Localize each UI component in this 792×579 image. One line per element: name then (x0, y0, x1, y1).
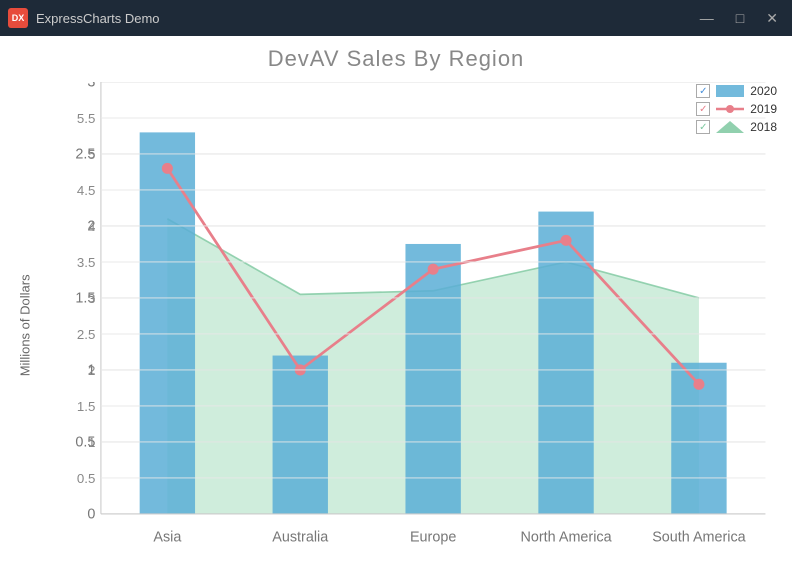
legend-color-2018 (716, 120, 744, 134)
svg-text:0.5: 0.5 (77, 471, 95, 486)
svg-text:5.5: 5.5 (77, 111, 95, 126)
legend-checkbox-2018[interactable]: ✓ (696, 120, 710, 134)
svg-text:2.5: 2.5 (77, 327, 95, 342)
svg-text:3: 3 (87, 82, 95, 90)
chart-inner: ✓ 2020 ✓ 2019 (40, 82, 782, 569)
x-axis-labels: Asia Australia Europe North America Sout… (153, 530, 745, 546)
x-label-north-america: North America (521, 530, 612, 546)
svg-text:3.5: 3.5 (77, 255, 95, 270)
svg-text:0: 0 (87, 506, 95, 522)
svg-text:1.5: 1.5 (77, 399, 95, 414)
maximize-button[interactable]: □ (730, 8, 750, 29)
legend-item-2018: ✓ 2018 (696, 120, 777, 134)
app-window: DX ExpressCharts Demo — □ ✕ DevAV Sales … (0, 0, 792, 536)
x-label-europe: Europe (410, 530, 456, 546)
legend-checkbox-2019[interactable]: ✓ (696, 102, 710, 116)
svg-text:3: 3 (88, 291, 95, 306)
minimize-button[interactable]: — (694, 8, 720, 29)
x-label-asia: Asia (153, 530, 181, 546)
legend-color-2020 (716, 84, 744, 98)
legend-label-2018: 2018 (750, 120, 777, 134)
chart-legend: ✓ 2020 ✓ 2019 (696, 84, 777, 134)
svg-text:1: 1 (88, 435, 95, 450)
legend-label-2020: 2020 (750, 84, 777, 98)
legend-color-2019 (716, 102, 744, 116)
window-title: ExpressCharts Demo (36, 11, 694, 26)
titlebar: DX ExpressCharts Demo — □ ✕ (0, 0, 792, 36)
chart-area: Millions of Dollars ✓ 2020 ✓ (10, 82, 782, 569)
chart-title: DevAV Sales By Region (10, 46, 782, 72)
svg-text:2: 2 (88, 363, 95, 378)
app-icon: DX (8, 8, 28, 28)
legend-checkbox-2020[interactable]: ✓ (696, 84, 710, 98)
svg-text:4: 4 (88, 219, 95, 234)
legend-item-2020: ✓ 2020 (696, 84, 777, 98)
legend-label-2019: 2019 (750, 102, 777, 116)
legend-item-2019: ✓ 2019 (696, 102, 777, 116)
close-button[interactable]: ✕ (760, 8, 784, 29)
chart-container: DevAV Sales By Region Millions of Dollar… (0, 36, 792, 579)
svg-text:5: 5 (88, 147, 95, 162)
chart-svg: 0 0.5 1 1.5 2 2.5 3 (40, 82, 782, 569)
svg-text:4.5: 4.5 (77, 183, 95, 198)
x-label-australia: Australia (272, 530, 328, 546)
x-label-south-america: South America (652, 530, 746, 546)
window-controls[interactable]: — □ ✕ (694, 8, 784, 29)
y-axis-label: Millions of Dollars (10, 82, 40, 569)
